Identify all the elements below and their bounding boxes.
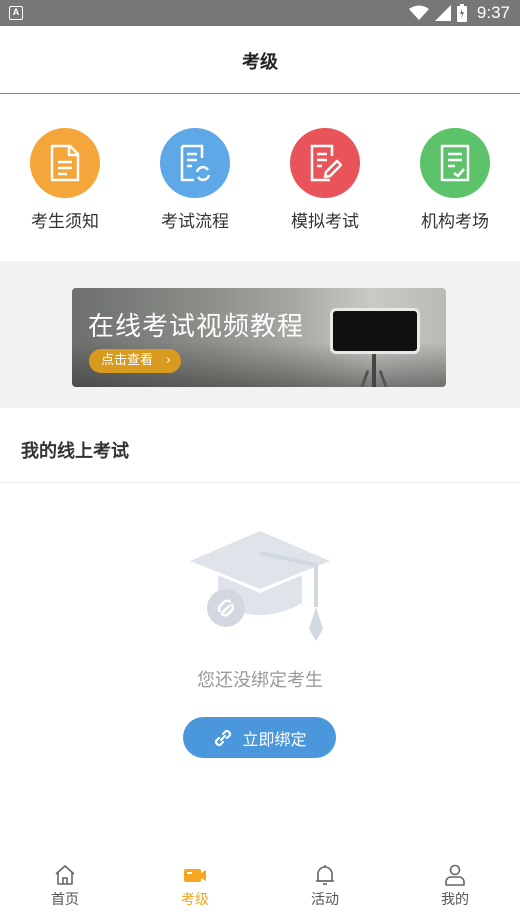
signal-icon [434,5,451,21]
empty-message: 您还没绑定考生 [197,670,323,691]
my-online-exams-header: 我的线上考试 [0,408,520,483]
bell-icon [316,865,334,885]
tripod-image [372,354,376,387]
menu-item-exam-process[interactable]: 考试流程 [130,128,260,232]
checklist-icon [420,128,490,198]
banner-headline: 在线考试视频教程 [88,312,305,342]
section-title: 我的线上考试 [21,441,129,462]
home-icon [55,865,75,885]
wifi-icon [408,5,429,20]
banner-section: 在线考试视频教程 点击查看 › [0,261,520,408]
document-icon [30,128,100,198]
menu-item-mock-exam[interactable]: 模拟考试 [260,128,390,232]
tab-home[interactable]: 首页 [0,858,130,922]
process-document-icon [160,128,230,198]
tab-label: 我的 [441,892,469,908]
tab-exam-grade[interactable]: 考级 [130,858,260,922]
page-title: 考级 [242,52,278,73]
tab-label: 活动 [311,892,339,908]
chevron-right-icon: › [165,353,172,368]
status-bar: A 9:37 [0,0,520,26]
menu-item-label: 模拟考试 [291,212,359,232]
user-icon [445,864,465,886]
app-header: 考级 [0,26,520,94]
status-icons: 9:37 [408,3,510,23]
tab-label: 首页 [51,892,79,908]
edit-document-icon [290,128,360,198]
empty-state: 您还没绑定考生 立即绑定 [0,483,520,858]
bind-now-button[interactable]: 立即绑定 [183,717,336,758]
phone-image [330,308,420,354]
bind-now-label: 立即绑定 [242,729,307,749]
menu-item-institution-venue[interactable]: 机构考场 [390,128,520,232]
tab-mine[interactable]: 我的 [390,858,520,922]
menu-item-label: 考生须知 [31,212,99,232]
video-tutorial-banner[interactable]: 在线考试视频教程 点击查看 › [72,288,446,387]
battery-icon [456,4,467,22]
menu-item-candidate-notice[interactable]: 考生须知 [0,128,130,232]
banner-cta-label: 点击查看 [101,353,154,368]
quick-menu: 考生须知 考试流程 模拟考试 机构考场 [0,94,520,261]
tab-activity[interactable]: 活动 [260,858,390,922]
camera-icon [184,869,206,882]
bottom-tab-bar: 首页 考级 活动 我的 [0,858,520,922]
menu-item-label: 机构考场 [421,212,489,232]
tab-label: 考级 [181,892,209,908]
banner-cta-button[interactable]: 点击查看 › [89,349,182,373]
graduation-cap-icon [190,531,330,641]
menu-item-label: 考试流程 [161,212,229,232]
link-icon [215,729,232,746]
notification-icon: A [9,6,23,20]
status-time: 9:37 [476,3,510,22]
